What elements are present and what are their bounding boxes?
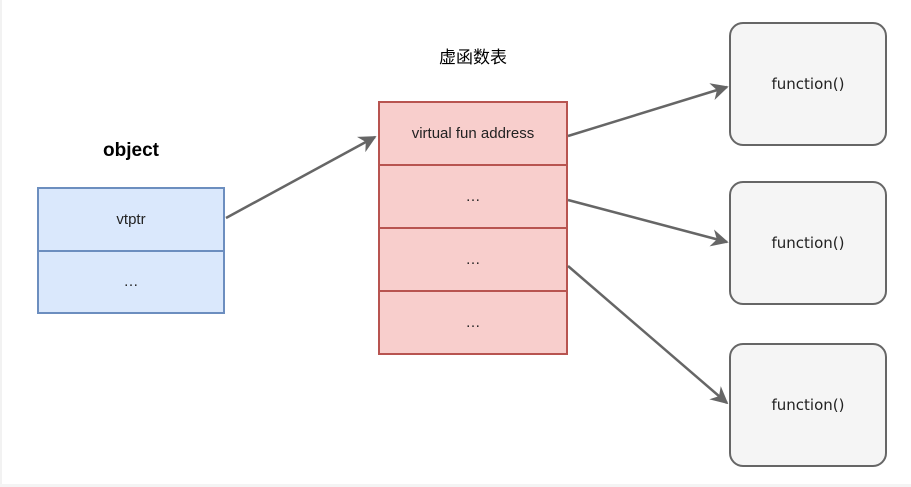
arrow-vtptr-to-vtable [225, 135, 377, 220]
arrow-address-to-function-1 [567, 83, 729, 138]
arrow-entry-2-to-function-2 [567, 198, 729, 247]
diagram-canvas: object vtptr … 虚函数表 virtual fun address … [0, 0, 911, 487]
connector-layer [225, 83, 729, 405]
arrow-entry-3-to-function-3 [567, 265, 729, 405]
